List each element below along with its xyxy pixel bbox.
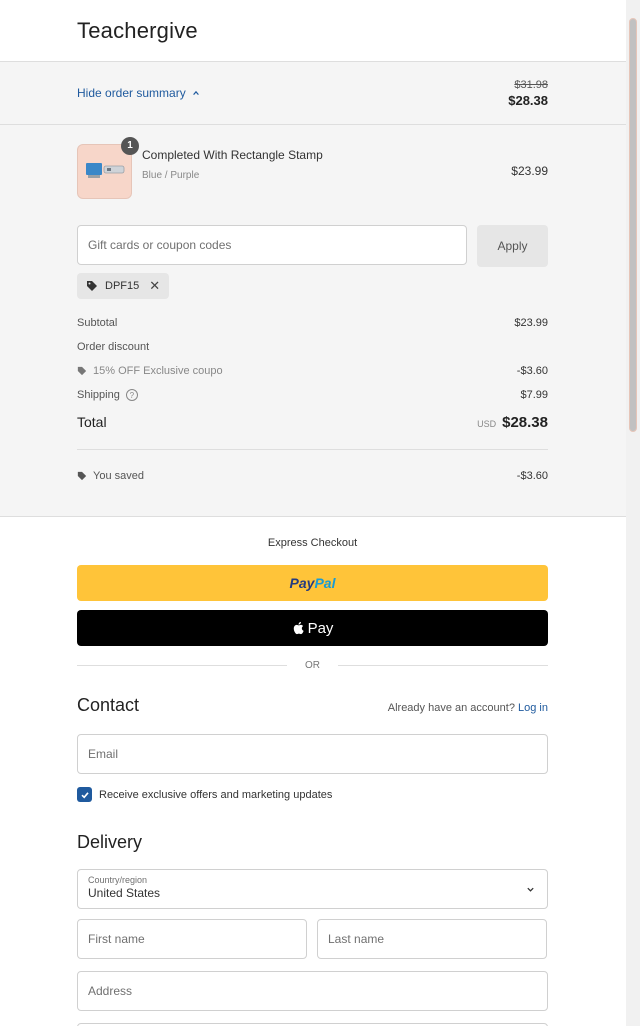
email-field[interactable] [77, 734, 548, 774]
country-select[interactable]: Country/region United States [77, 869, 548, 909]
apple-icon [293, 621, 304, 635]
currency-code: USD [477, 418, 497, 429]
marketing-checkbox[interactable] [77, 787, 92, 802]
discount-name: 15% OFF Exclusive coupo [93, 365, 223, 377]
saved-value: -$3.60 [516, 470, 548, 482]
product-variant: Blue / Purple [142, 169, 200, 181]
marketing-label: Receive exclusive offers and marketing u… [99, 788, 333, 801]
discount-value: -$3.60 [516, 365, 548, 377]
saved-row: You saved -$3.60 [77, 464, 548, 488]
saved-label: You saved [93, 470, 144, 482]
apply-coupon-button[interactable]: Apply [477, 225, 548, 267]
address-field[interactable] [77, 971, 548, 1011]
chevron-up-icon [192, 90, 199, 95]
chevron-down-icon [527, 887, 534, 892]
subtotal-value: $23.99 [514, 317, 548, 329]
subtotal-label: Subtotal [77, 317, 118, 329]
brand-logo-text[interactable]: Teachergive [77, 18, 198, 44]
tag-icon [77, 366, 87, 376]
name-row [77, 919, 548, 959]
totals-section: Subtotal $23.99 Order discount 15% OFF E… [77, 311, 548, 488]
paypal-logo: PayPal [289, 575, 336, 591]
checkmark-icon [80, 791, 89, 798]
discounted-price: $28.38 [508, 92, 548, 108]
order-summary-toggle[interactable]: Hide order summary [77, 86, 200, 100]
express-checkout-title: Express Checkout [267, 537, 358, 549]
apple-pay-label: Pay [307, 619, 334, 637]
order-discount-row: Order discount [77, 335, 548, 359]
contact-title: Contact [77, 695, 140, 715]
scrollbar[interactable] [626, 0, 640, 1026]
order-discount-label: Order discount [77, 341, 150, 353]
coupon-row: Apply [77, 225, 548, 267]
remove-discount-close-icon[interactable]: ✕ [149, 278, 160, 294]
coupon-code-input[interactable] [77, 225, 467, 265]
applied-discount-chip: DPF15 ✕ [77, 273, 170, 299]
tag-icon [87, 281, 97, 291]
paypal-button[interactable]: PayPal [77, 565, 548, 601]
order-summary-toggle-label: Hide order summary [77, 86, 186, 100]
line-item: 1 Completed With Rectangle Stamp Blue / … [77, 136, 548, 201]
total-label: Total [77, 414, 107, 430]
shipping-value: $7.99 [520, 389, 548, 401]
subtotal-row: Subtotal $23.99 [77, 311, 548, 335]
discount-detail-row: 15% OFF Exclusive coupo -$3.60 [77, 359, 548, 383]
shipping-label: Shipping [77, 389, 120, 401]
summary-price: $31.98 $28.38 [508, 79, 548, 108]
product-thumbnail: 1 [77, 136, 139, 199]
last-name-field[interactable] [317, 919, 547, 959]
apple-pay-button[interactable]: Pay [77, 610, 548, 646]
total-value: $28.38 [502, 413, 548, 431]
delivery-title: Delivery [77, 832, 143, 852]
help-icon[interactable]: ? [125, 389, 138, 401]
scrollbar-thumb[interactable] [629, 18, 637, 432]
delivery-header: Delivery [77, 832, 548, 853]
product-name: Completed With Rectangle Stamp [142, 147, 323, 162]
original-price: $31.98 [514, 78, 548, 91]
tag-icon [77, 471, 87, 481]
line-item-price: $23.99 [511, 164, 548, 178]
marketing-opt-in: Receive exclusive offers and marketing u… [77, 787, 548, 802]
first-name-field[interactable] [77, 919, 307, 959]
contact-header: Contact Already have an account? Log in [77, 695, 548, 716]
checkout-page: Teachergive Hide order summary $31.98 $2… [0, 0, 626, 1026]
have-account-text: Already have an account? Log in [387, 702, 548, 714]
country-label: Country/region [88, 875, 148, 885]
discount-code-label: DPF15 [105, 280, 140, 292]
checkout-main: Express Checkout PayPal Pay OR Contact A… [0, 517, 626, 1026]
site-header: Teachergive [0, 0, 626, 62]
or-divider: OR [77, 660, 548, 671]
order-summary-bar: Hide order summary $31.98 $28.38 [0, 62, 626, 125]
or-label: OR [305, 660, 320, 671]
total-row: Total USD $28.38 [77, 407, 548, 437]
shipping-row: Shipping ? $7.99 [77, 383, 548, 407]
quantity-badge: 1 [121, 136, 139, 155]
order-summary-panel: 1 Completed With Rectangle Stamp Blue / … [0, 125, 626, 517]
country-value: United States [88, 886, 161, 900]
login-link[interactable]: Log in [518, 702, 548, 714]
